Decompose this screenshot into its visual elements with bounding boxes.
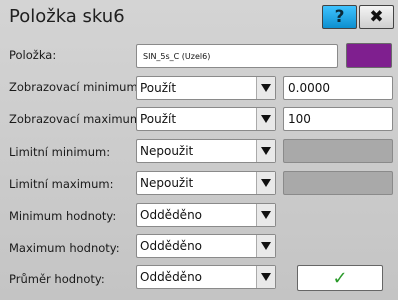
dropdown-arrow-icon[interactable] — [256, 235, 275, 257]
display-min-mode-select[interactable]: Použít — [136, 76, 276, 100]
limit-min-mode-value: Nepoužit — [140, 144, 194, 158]
display-max-mode-value: Použít — [140, 112, 177, 126]
display-max-mode-select[interactable]: Použít — [136, 107, 276, 131]
value-avg-mode-value: Odděděno — [140, 270, 203, 284]
dropdown-arrow-icon[interactable] — [256, 140, 275, 162]
help-button[interactable]: ? — [322, 5, 357, 29]
ok-button[interactable]: ✓ — [297, 265, 383, 291]
limit-max-input-disabled — [283, 171, 393, 195]
display-max-label: Zobrazovací maximum: — [9, 112, 137, 126]
value-max-label: Maximum hodnoty: — [9, 241, 120, 255]
value-min-mode-select[interactable]: Odděděno — [136, 203, 276, 227]
color-swatch[interactable] — [346, 43, 392, 68]
display-min-input[interactable]: 0.0000 — [283, 76, 393, 100]
limit-min-mode-select[interactable]: Nepoužit — [136, 139, 276, 163]
dropdown-arrow-icon[interactable] — [256, 204, 275, 226]
value-max-mode-select[interactable]: Odděděno — [136, 234, 276, 258]
limit-max-mode-select[interactable]: Nepoužit — [136, 171, 276, 195]
value-avg-label: Průměr hodnoty: — [9, 272, 105, 286]
dropdown-arrow-icon[interactable] — [256, 172, 275, 194]
item-label: Položka: — [9, 48, 57, 62]
close-button[interactable]: ✖ — [359, 5, 394, 29]
help-icon: ? — [334, 7, 345, 27]
checkmark-icon: ✓ — [332, 267, 348, 289]
limit-min-input-disabled — [283, 139, 393, 163]
item-settings-dialog: Položka sku6 ? ✖ Položka: SIN_5s_C (Uzel… — [0, 0, 398, 300]
value-min-label: Minimum hodnoty: — [9, 209, 117, 223]
value-min-mode-value: Odděděno — [140, 208, 203, 222]
limit-max-mode-value: Nepoužit — [140, 176, 194, 190]
display-min-label: Zobrazovací minimum: — [9, 80, 137, 94]
dropdown-arrow-icon[interactable] — [256, 266, 275, 288]
display-min-mode-value: Použít — [140, 81, 177, 95]
value-max-mode-value: Odděděno — [140, 239, 203, 253]
close-icon: ✖ — [369, 7, 384, 27]
dialog-title: Položka sku6 — [9, 6, 125, 27]
display-max-input[interactable]: 100 — [283, 107, 393, 131]
item-field[interactable]: SIN_5s_C (Uzel6) — [136, 44, 338, 68]
dropdown-arrow-icon[interactable] — [256, 108, 275, 130]
value-avg-mode-select[interactable]: Odděděno — [136, 265, 276, 289]
dropdown-arrow-icon[interactable] — [256, 77, 275, 99]
limit-max-label: Limitní maximum: — [9, 177, 114, 191]
limit-min-label: Limitní minimum: — [9, 145, 111, 159]
